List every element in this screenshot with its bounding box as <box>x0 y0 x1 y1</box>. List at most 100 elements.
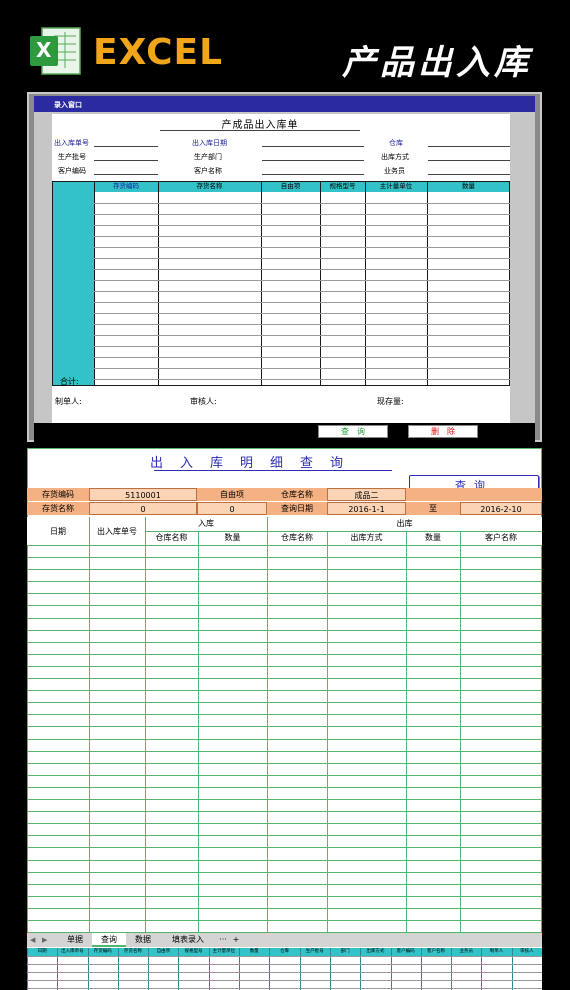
date-from-value[interactable]: 2016-1-1 <box>327 502 406 515</box>
batch-no-field[interactable] <box>94 160 158 161</box>
query-grid-row-divider <box>27 702 542 703</box>
tab-documents[interactable]: 单据 <box>58 933 92 947</box>
banner-title: 产品出入库 <box>342 43 532 83</box>
th-out-method: 出库方式 <box>350 533 383 542</box>
query-grid-row-divider <box>27 557 542 558</box>
data-sheet-row-divider <box>27 972 542 973</box>
tab-scroll-right-icon[interactable]: ▶ <box>42 933 47 947</box>
maker-field[interactable] <box>106 392 158 408</box>
query-grid-row-divider <box>27 739 542 740</box>
warehouse-name-value[interactable]: 成品二 <box>327 488 406 501</box>
th-doc-no: 出入库单号 <box>97 527 137 536</box>
entry-grid-row-divider <box>94 368 510 369</box>
tab-scroll-left-icon[interactable]: ◀ <box>30 933 35 947</box>
outbound-no-field[interactable] <box>94 146 158 147</box>
data-sheet-column-header: 日期 <box>37 949 47 954</box>
th-in-qty: 数量 <box>224 533 241 542</box>
banner: X EXCEL 产品出入库 <box>0 0 570 90</box>
query-grid-row-divider <box>27 908 542 909</box>
data-sheet-col-divider <box>269 948 271 990</box>
excel-wordmark: EXCEL <box>93 32 224 73</box>
data-sheet-column-header: 生产批号 <box>305 949 324 954</box>
tab-data[interactable]: 数据 <box>126 933 160 947</box>
data-sheet-col-divider <box>451 948 453 990</box>
auditor-field[interactable] <box>261 392 365 408</box>
warehouse-field[interactable] <box>428 146 510 147</box>
data-sheet-col-divider <box>117 948 119 990</box>
date-to-value[interactable]: 2016-2-10 <box>460 502 542 515</box>
data-sheet-col-divider <box>420 948 422 990</box>
query-grid-row-divider <box>27 593 542 594</box>
query-grid-row-divider <box>27 751 542 752</box>
entry-grid-row-divider <box>94 302 510 303</box>
data-sheet-column-header: 存货名称 <box>124 949 143 954</box>
inventory-name-value[interactable]: 0 <box>89 502 197 515</box>
query-grid-row-divider <box>27 920 542 921</box>
excel-logo-letter: X <box>36 38 52 62</box>
data-sheet-col-divider <box>27 948 28 990</box>
query-grid-row-divider <box>27 811 542 812</box>
query-grid-row-divider <box>27 642 542 643</box>
batch-no-label: 生产批号 <box>58 153 86 161</box>
add-sheet-icon[interactable]: + <box>230 933 242 947</box>
entry-grid-col-divider <box>427 181 428 386</box>
entry-grid-row-divider <box>94 379 510 380</box>
data-sheet-column-header: 部门 <box>340 949 350 954</box>
data-sheet-col-divider <box>360 948 362 990</box>
customer-code-field[interactable] <box>94 174 158 175</box>
query-grid-col-divider <box>145 517 146 933</box>
tab-query[interactable]: 查询 <box>92 933 126 947</box>
warehouse-name-label: 仓库名称 <box>267 488 327 501</box>
data-sheet-row-divider <box>27 988 542 989</box>
entry-grid-col-divider <box>320 181 321 386</box>
data-sheet-row-divider <box>27 964 542 965</box>
data-sheet-column-header: 制单人 <box>489 949 504 954</box>
th-customer: 客户名称 <box>485 533 517 542</box>
data-sheet-col-divider <box>329 948 331 990</box>
query-date-label: 查询日期 <box>267 502 327 515</box>
query-grid-row-divider <box>27 630 542 631</box>
data-sheet-col-divider <box>148 948 150 990</box>
inventory-code-value[interactable]: 5110001 <box>89 488 197 501</box>
entry-grid[interactable] <box>52 181 510 386</box>
entry-grid-col-divider <box>365 181 366 386</box>
query-grid-header-divider <box>27 545 542 546</box>
out-method-field[interactable] <box>428 160 510 161</box>
data-sheet-col-divider <box>481 948 483 990</box>
th-in-warehouse: 仓库名称 <box>155 533 188 542</box>
query-grid-row-divider <box>27 581 542 582</box>
data-sheet-column-header: 规格型号 <box>184 949 203 954</box>
entry-grid-row-divider <box>94 313 510 314</box>
dept-field[interactable] <box>262 160 364 161</box>
stock-field[interactable] <box>427 392 510 408</box>
entry-grid-row-divider <box>94 346 510 347</box>
salesman-field[interactable] <box>428 174 510 175</box>
free-item-label: 自由项 <box>197 488 267 501</box>
query-grid-row-divider <box>27 666 542 667</box>
entry-query-button[interactable]: 查 询 <box>318 425 388 438</box>
form-title: 产成品出入库单 <box>221 120 299 131</box>
customer-name-label: 客户名称 <box>194 167 222 175</box>
query-grid-col-divider <box>89 517 90 933</box>
customer-name-field[interactable] <box>262 174 364 175</box>
query-grid-row-divider <box>27 884 542 885</box>
entry-grid-row-divider <box>94 214 510 215</box>
th-date: 日期 <box>50 527 66 536</box>
data-sheet-col-divider <box>87 948 89 990</box>
free-item-value-2[interactable]: 0 <box>197 502 267 515</box>
data-sheet-col-divider <box>299 948 301 990</box>
outbound-date-field[interactable] <box>262 146 364 147</box>
th-out-warehouse: 仓库名称 <box>281 533 313 542</box>
data-sheet-column-header: 业务员 <box>459 949 474 954</box>
entry-delete-button[interactable]: 删 除 <box>408 425 478 438</box>
tab-form-entry[interactable]: 填表录入 <box>160 933 216 947</box>
query-grid-row-divider <box>27 726 542 727</box>
query-grid-row-divider <box>27 678 542 679</box>
tab-more-icon[interactable]: ··· <box>216 933 230 947</box>
query-title-underline <box>154 470 392 471</box>
data-sheet-column-header: 出库方式 <box>366 949 385 954</box>
dept-label: 生产部门 <box>194 153 222 161</box>
entry-grid-row-divider <box>94 225 510 226</box>
query-grid-row-divider <box>27 654 542 655</box>
entry-grid-row-divider <box>94 236 510 237</box>
